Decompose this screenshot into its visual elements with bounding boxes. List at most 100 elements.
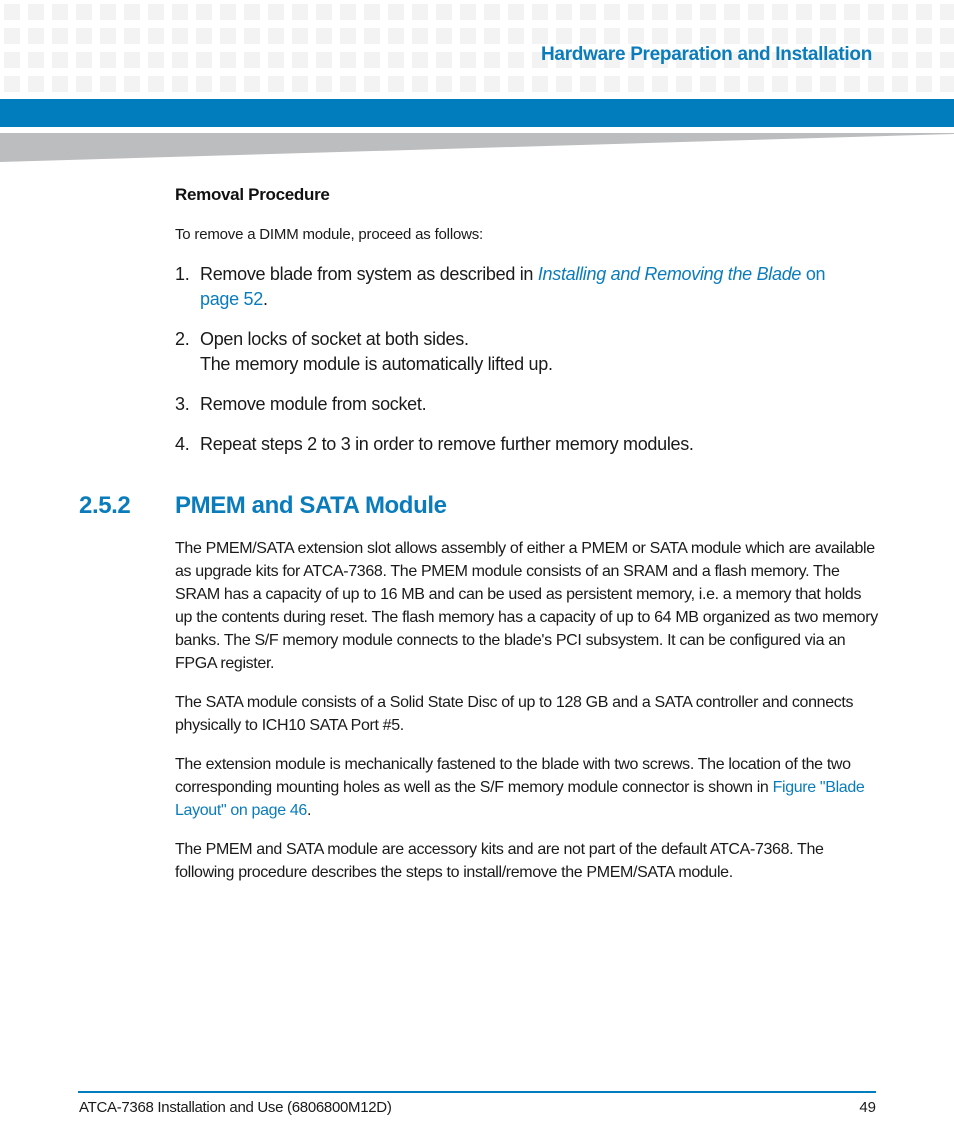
- chapter-header-title: Hardware Preparation and Installation: [541, 44, 872, 65]
- removal-steps-list: 1. Remove blade from system as described…: [175, 262, 865, 472]
- footer-document-title: ATCA-7368 Installation and Use (6806800M…: [79, 1099, 392, 1116]
- header-tile: [628, 4, 644, 20]
- swoosh-shape: [0, 133, 954, 162]
- header-tile: [340, 76, 356, 92]
- header-tile: [124, 76, 140, 92]
- header-tile: [124, 28, 140, 44]
- header-tile: [316, 52, 332, 68]
- header-tile: [772, 4, 788, 20]
- header-tile: [580, 28, 596, 44]
- header-tile: [796, 4, 812, 20]
- removal-step-2: 2. Open locks of socket at both sides. T…: [175, 327, 865, 377]
- paragraph-extension-module: The extension module is mechanically fas…: [175, 753, 880, 822]
- removal-step-4: 4. Repeat steps 2 to 3 in order to remov…: [175, 432, 865, 457]
- header-tile: [28, 28, 44, 44]
- header-tile: [532, 28, 548, 44]
- section-number: 2.5.2: [79, 492, 131, 519]
- header-tile: [4, 4, 20, 20]
- header-tile: [220, 76, 236, 92]
- header-tile: [316, 4, 332, 20]
- header-tile: [412, 28, 428, 44]
- paragraph-text-end: .: [306, 802, 312, 819]
- header-tile: [748, 76, 764, 92]
- header-tile: [388, 52, 404, 68]
- section-title: PMEM and SATA Module: [175, 492, 447, 519]
- header-tile: [508, 4, 524, 20]
- header-tile: [700, 28, 716, 44]
- header-tile: [52, 52, 68, 68]
- header-tile: [508, 52, 524, 68]
- header-tile: [724, 76, 740, 92]
- header-tile: [220, 28, 236, 44]
- footer-page-number: 49: [859, 1099, 876, 1116]
- step-number: 1.: [175, 264, 190, 284]
- header-tile: [268, 28, 284, 44]
- header-tile: [292, 52, 308, 68]
- header-tile: [844, 28, 860, 44]
- header-tile: [172, 76, 188, 92]
- header-tile: [196, 4, 212, 20]
- header-tile: [220, 4, 236, 20]
- step-text-end: .: [262, 289, 268, 309]
- header-tile: [604, 76, 620, 92]
- header-tile: [940, 76, 954, 92]
- header-tile: [76, 4, 92, 20]
- header-tile: [388, 4, 404, 20]
- header-tile: [916, 28, 932, 44]
- header-tile: [748, 4, 764, 20]
- header-tile: [100, 28, 116, 44]
- header-tile: [388, 28, 404, 44]
- header-tile: [508, 28, 524, 44]
- header-tile: [124, 52, 140, 68]
- header-tile: [604, 4, 620, 20]
- header-tile: [796, 76, 812, 92]
- paragraph-text: The extension module is mechanically fas…: [175, 756, 851, 796]
- header-tile: [76, 52, 92, 68]
- paragraph-accessory-kits: The PMEM and SATA module are accessory k…: [175, 841, 824, 881]
- header-tile: [52, 28, 68, 44]
- header-tile: [460, 4, 476, 20]
- header-tile: [892, 28, 908, 44]
- header-tile: [940, 52, 954, 68]
- header-tile: [172, 4, 188, 20]
- step-subtext: The memory module is automatically lifte…: [200, 354, 553, 374]
- header-tile: [76, 76, 92, 92]
- header-tile: [892, 52, 908, 68]
- header-tile: [484, 52, 500, 68]
- header-tile: [820, 28, 836, 44]
- header-tile: [364, 28, 380, 44]
- header-tile: [412, 4, 428, 20]
- header-tile: [532, 4, 548, 20]
- header-tile: [484, 4, 500, 20]
- header-tile: [148, 52, 164, 68]
- header-tile: [268, 52, 284, 68]
- step-number: 4.: [175, 434, 190, 454]
- header-tile: [868, 28, 884, 44]
- header-tile: [4, 76, 20, 92]
- header-gray-swoosh: [0, 133, 954, 162]
- header-tile: [52, 76, 68, 92]
- header-tile: [844, 76, 860, 92]
- header-tile: [916, 4, 932, 20]
- header-tile: [868, 4, 884, 20]
- header-tile: [940, 4, 954, 20]
- header-tile: [820, 76, 836, 92]
- header-tile: [940, 28, 954, 44]
- header-tile: [340, 52, 356, 68]
- header-tile: [172, 28, 188, 44]
- header-tile: [628, 28, 644, 44]
- section-heading: 2.5.2 PMEM and SATA Module: [79, 492, 447, 520]
- header-tile: [556, 4, 572, 20]
- header-tile: [436, 52, 452, 68]
- header-tile: [916, 52, 932, 68]
- header-tile: [820, 4, 836, 20]
- header-tile: [892, 76, 908, 92]
- header-tile: [124, 4, 140, 20]
- header-tile: [748, 28, 764, 44]
- header-tile: [268, 4, 284, 20]
- paragraph-pmem-sata-overview: The PMEM/SATA extension slot allows asse…: [175, 540, 878, 672]
- link-title: Installing and Removing the Blade: [537, 264, 802, 284]
- header-tile: [28, 4, 44, 20]
- header-tile: [316, 76, 332, 92]
- header-tile: [868, 76, 884, 92]
